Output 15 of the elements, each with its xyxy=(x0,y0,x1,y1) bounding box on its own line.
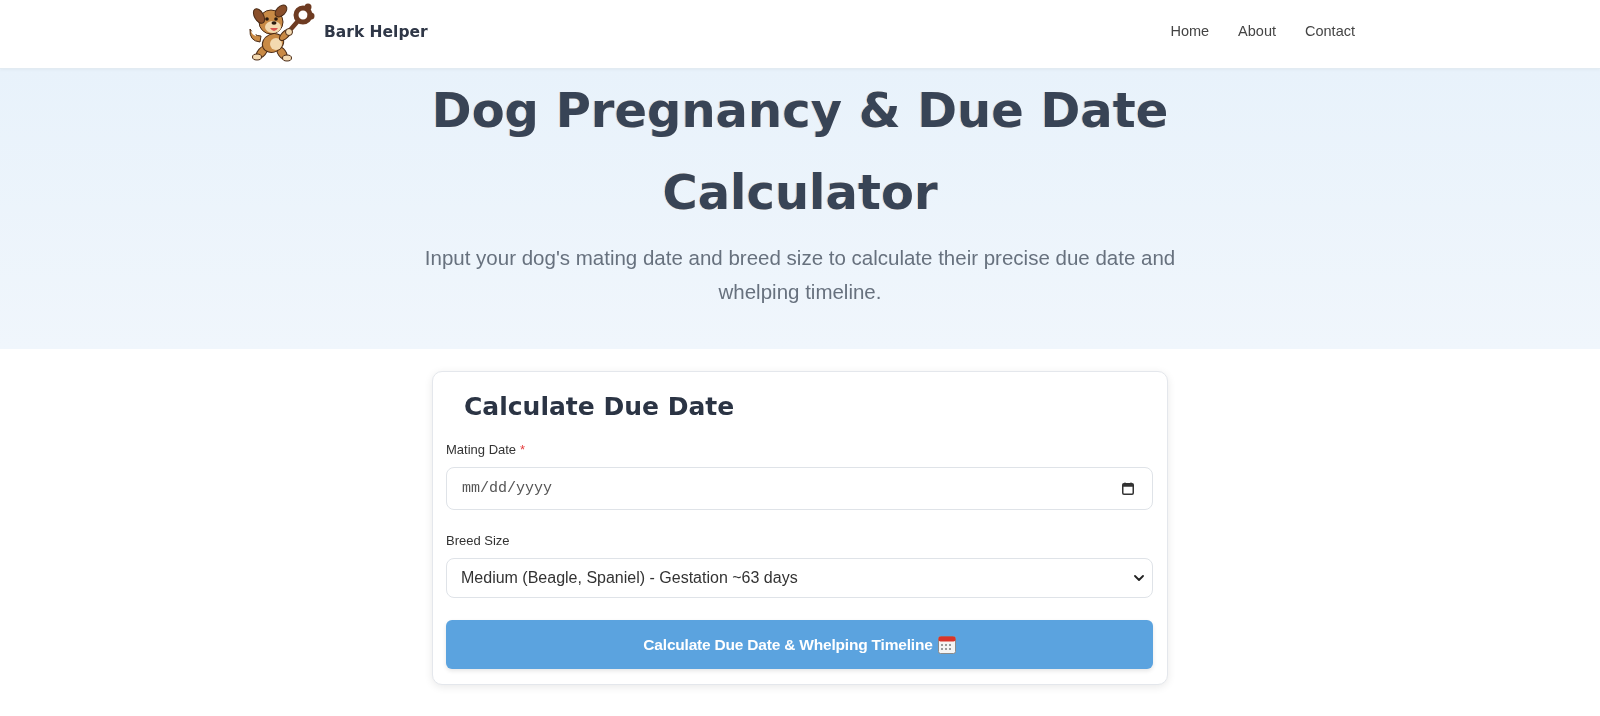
nav-link[interactable]: About xyxy=(1238,23,1276,39)
calendar-icon[interactable] xyxy=(1122,482,1134,495)
nav-link[interactable]: Home xyxy=(1170,23,1210,39)
date-field[interactable]: mm/dd/yyyy xyxy=(446,467,1153,510)
calendar-icon xyxy=(937,635,956,654)
field-label: Mating Date xyxy=(446,442,517,458)
page-title: Dog Pregnancy & Due Date Calculator xyxy=(430,81,1170,222)
required-asterisk: * xyxy=(520,442,526,458)
brand-name: Bark Helper xyxy=(324,23,428,41)
breed-size-select[interactable]: Medium (Beagle, Spaniel) - Gestation ~63 days xyxy=(446,558,1153,598)
field-label: Breed Size xyxy=(446,533,510,549)
page-subtitle: Input your dog's mating date and breed size to calculate their precise due date and whelping timeline. xyxy=(423,245,1177,305)
chevron-down-icon[interactable] xyxy=(1134,575,1144,581)
form-title: Calculate Due Date xyxy=(464,391,735,422)
nav-link[interactable]: Contact xyxy=(1305,23,1355,39)
